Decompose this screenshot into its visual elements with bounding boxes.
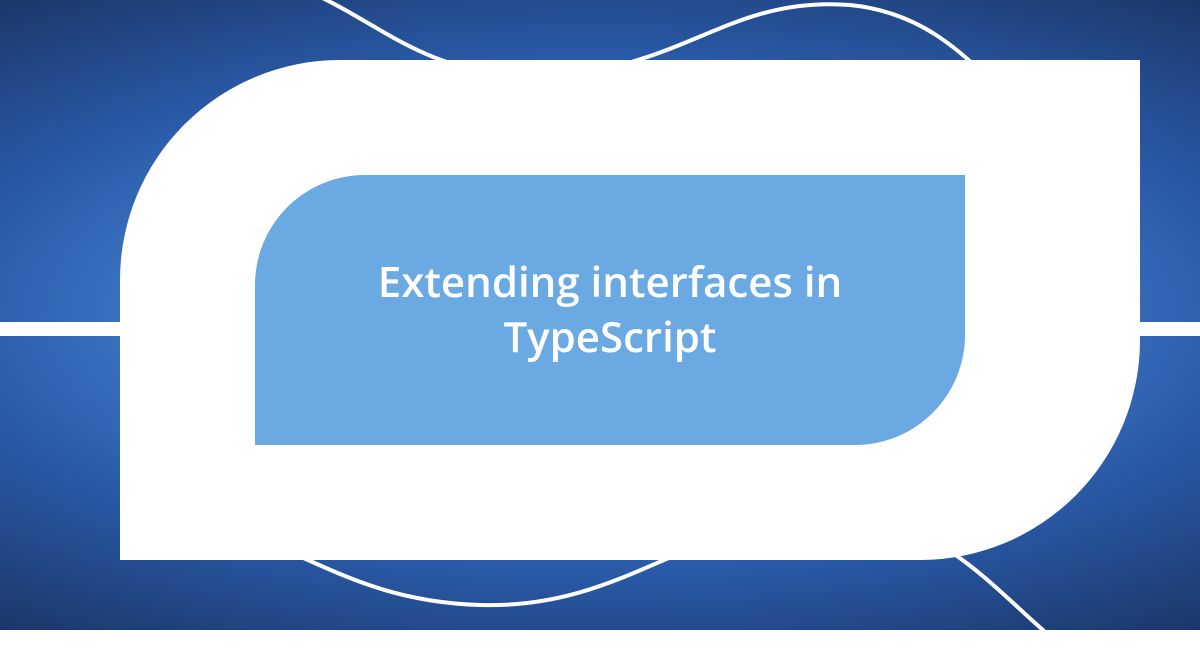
inner-blue-panel: Extending interfaces in TypeScript: [255, 175, 965, 445]
page-title: Extending interfaces in TypeScript: [255, 255, 965, 364]
